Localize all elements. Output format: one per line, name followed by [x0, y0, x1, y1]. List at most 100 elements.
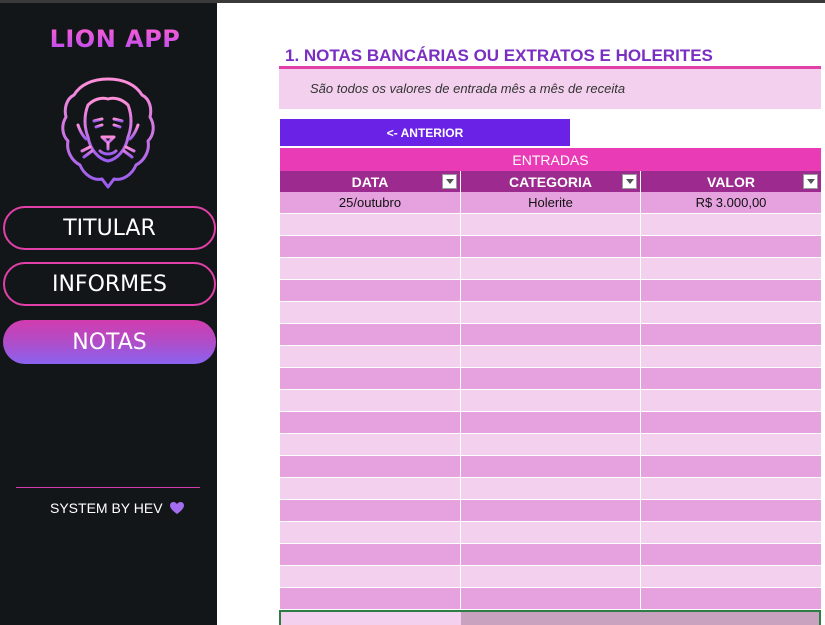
table-cell[interactable]	[280, 214, 461, 235]
table-body: 25/outubro Holerite R$ 3.000,00	[280, 192, 821, 610]
sidebar-divider	[16, 487, 200, 488]
column-header-label: CATEGORIA	[509, 173, 592, 190]
table-row[interactable]	[280, 324, 821, 346]
table-cell[interactable]	[641, 412, 821, 433]
entradas-table: ENTRADAS DATA CATEGORIA VALOR 25/outubro…	[280, 148, 821, 610]
table-cell[interactable]	[641, 280, 821, 301]
table-cell[interactable]	[641, 236, 821, 257]
table-row[interactable]	[280, 588, 821, 610]
table-cell[interactable]	[461, 412, 641, 433]
table-row[interactable]	[280, 500, 821, 522]
table-row[interactable]	[280, 544, 821, 566]
table-cell[interactable]	[280, 566, 461, 587]
table-cell[interactable]	[461, 566, 641, 587]
table-cell[interactable]	[461, 324, 641, 345]
table-header: DATA CATEGORIA VALOR	[280, 171, 821, 192]
table-row[interactable]	[280, 522, 821, 544]
table-cell[interactable]	[461, 346, 641, 367]
table-cell[interactable]	[641, 500, 821, 521]
table-cell[interactable]	[461, 478, 641, 499]
table-cell[interactable]	[641, 258, 821, 279]
table-cell[interactable]	[280, 346, 461, 367]
table-row[interactable]	[280, 412, 821, 434]
table-cell[interactable]: Holerite	[461, 192, 641, 213]
table-row[interactable]	[280, 214, 821, 236]
table-cell[interactable]	[641, 478, 821, 499]
table-caption: ENTRADAS	[280, 148, 821, 171]
table-cell[interactable]	[280, 236, 461, 257]
table-cell[interactable]	[280, 412, 461, 433]
table-row[interactable]	[280, 566, 821, 588]
table-cell[interactable]	[461, 390, 641, 411]
table-cell[interactable]	[461, 236, 641, 257]
table-cell[interactable]	[461, 456, 641, 477]
filter-dropdown-icon[interactable]	[622, 174, 637, 189]
table-cell[interactable]	[280, 500, 461, 521]
table-row[interactable]	[280, 258, 821, 280]
filter-dropdown-icon[interactable]	[803, 174, 818, 189]
table-cell[interactable]	[461, 588, 641, 609]
table-cell[interactable]	[461, 280, 641, 301]
table-cell[interactable]	[461, 434, 641, 455]
table-cell[interactable]	[461, 544, 641, 565]
table-cell[interactable]	[641, 302, 821, 323]
table-cell[interactable]	[280, 544, 461, 565]
column-header-label: VALOR	[707, 173, 755, 190]
table-cell[interactable]	[280, 456, 461, 477]
table-cell[interactable]	[280, 302, 461, 323]
column-header-categoria: CATEGORIA	[461, 171, 641, 192]
table-cell[interactable]: 25/outubro	[280, 192, 461, 213]
table-cell[interactable]	[461, 302, 641, 323]
table-cell[interactable]	[641, 522, 821, 543]
table-row[interactable]	[280, 434, 821, 456]
heart-icon	[169, 502, 184, 514]
selected-cell-range[interactable]	[461, 612, 819, 625]
lion-head-icon	[61, 77, 155, 189]
table-cell[interactable]	[280, 522, 461, 543]
table-cell[interactable]: R$ 3.000,00	[641, 192, 821, 213]
table-cell[interactable]	[641, 566, 821, 587]
selected-row[interactable]	[279, 610, 821, 625]
table-cell[interactable]	[461, 214, 641, 235]
nav-button-notas[interactable]: NOTAS	[3, 320, 216, 364]
table-cell[interactable]	[280, 478, 461, 499]
table-cell[interactable]	[641, 434, 821, 455]
selected-cell[interactable]	[281, 612, 461, 625]
table-cell[interactable]	[461, 368, 641, 389]
table-cell[interactable]	[641, 456, 821, 477]
table-cell[interactable]	[280, 280, 461, 301]
table-cell[interactable]	[641, 588, 821, 609]
column-header-data: DATA	[280, 171, 461, 192]
table-row[interactable]	[280, 390, 821, 412]
nav-button-titular[interactable]: TITULAR	[3, 206, 216, 250]
credit: SYSTEM BY HEV	[50, 500, 185, 516]
table-cell[interactable]	[280, 434, 461, 455]
table-cell[interactable]	[280, 368, 461, 389]
table-cell[interactable]	[461, 522, 641, 543]
table-cell[interactable]	[641, 324, 821, 345]
table-row[interactable]	[280, 346, 821, 368]
table-row[interactable]	[280, 280, 821, 302]
table-row[interactable]	[280, 236, 821, 258]
table-cell[interactable]	[641, 346, 821, 367]
table-cell[interactable]	[641, 214, 821, 235]
table-cell[interactable]	[461, 258, 641, 279]
previous-button[interactable]: <- ANTERIOR	[280, 119, 570, 146]
table-row[interactable]	[280, 478, 821, 500]
table-row[interactable]	[280, 456, 821, 478]
app-title: LION APP	[0, 25, 230, 53]
filter-dropdown-icon[interactable]	[442, 174, 457, 189]
table-cell[interactable]	[461, 500, 641, 521]
table-cell[interactable]	[280, 390, 461, 411]
table-cell[interactable]	[641, 544, 821, 565]
table-cell[interactable]	[641, 368, 821, 389]
table-row[interactable]: 25/outubro Holerite R$ 3.000,00	[280, 192, 821, 214]
table-cell[interactable]	[641, 390, 821, 411]
table-row[interactable]	[280, 302, 821, 324]
nav-button-informes[interactable]: INFORMES	[3, 262, 216, 306]
table-cell[interactable]	[280, 588, 461, 609]
table-cell[interactable]	[280, 258, 461, 279]
section-title: 1. NOTAS BANCÁRIAS OU EXTRATOS E HOLERIT…	[285, 46, 713, 65]
table-row[interactable]	[280, 368, 821, 390]
table-cell[interactable]	[280, 324, 461, 345]
